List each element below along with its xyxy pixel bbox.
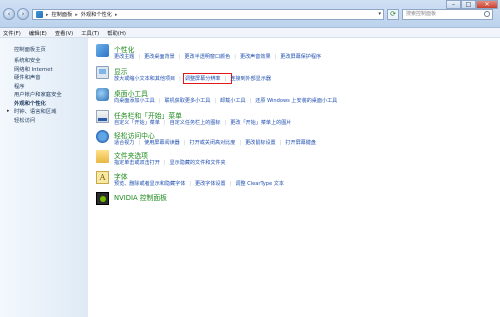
- menu-tools[interactable]: 工具(T): [81, 29, 99, 37]
- maximize-button[interactable]: □: [461, 0, 476, 9]
- forward-button[interactable]: ›: [17, 8, 29, 20]
- sidebar-item-appearance[interactable]: 外观和个性化: [14, 100, 62, 109]
- nvidia-icon[interactable]: [96, 192, 109, 205]
- task-link[interactable]: 打开屏幕键盘: [285, 139, 320, 146]
- task-link[interactable]: 调整 ClearType 文本: [235, 180, 288, 187]
- screen-resolution-link[interactable]: 调整屏幕分辨率: [182, 73, 233, 84]
- task-link[interactable]: 打开或关闭高对比度: [190, 139, 246, 146]
- ease-of-access-icon[interactable]: [96, 130, 109, 143]
- breadcrumb-appearance[interactable]: 外观和个性化: [81, 11, 112, 18]
- category-links: 放大或缩小文本和其他项目调整屏幕分辨率连接到外部显示器: [114, 73, 494, 84]
- task-link[interactable]: 卸载小工具: [220, 97, 255, 104]
- menu-bar: 文件(F) 编辑(E) 查看(V) 工具(T) 帮助(H): [0, 28, 500, 38]
- task-link[interactable]: 更改主题: [114, 53, 144, 60]
- folder-options-icon[interactable]: [96, 150, 109, 163]
- gadgets-icon[interactable]: [96, 88, 109, 101]
- task-link[interactable]: 向桌面添加小工具: [114, 97, 164, 104]
- fonts-icon[interactable]: A: [96, 171, 109, 184]
- task-link[interactable]: 更改鼠标设置: [245, 139, 285, 146]
- sidebar-item-system-security[interactable]: 系统和安全: [14, 57, 62, 66]
- search-placeholder: 搜索控制面板: [406, 11, 437, 17]
- sidebar-home-link[interactable]: 控制面板主页: [14, 45, 46, 53]
- menu-edit[interactable]: 编辑(E): [29, 29, 47, 37]
- sidebar-item-hardware-sound[interactable]: 硬件和声音: [14, 74, 62, 83]
- task-link[interactable]: 适合视力: [114, 139, 144, 146]
- breadcrumb-separator: ▸: [75, 11, 78, 18]
- control-panel-window: ‹ › ▸ 控制面板 ▸ 外观和个性化 ▸ ▾ ⟳ 搜索控制面板 – □ ✕ 文…: [0, 0, 500, 317]
- sidebar-item-clock-language[interactable]: 时钟、语言和区域: [14, 108, 62, 117]
- sidebar: 控制面板主页 ▸ 系统和安全 网络和 Internet 硬件和声音 程序 用户帐…: [0, 38, 88, 317]
- task-link[interactable]: 显示隐藏的文件和文件夹: [170, 159, 230, 166]
- task-link[interactable]: 指定单击或双击打开: [114, 159, 170, 166]
- category-links: 适合视力使用屏幕阅读器打开或关闭高对比度更改鼠标设置打开屏幕键盘: [114, 139, 494, 146]
- address-dropdown-icon[interactable]: ▾: [378, 11, 381, 17]
- category-links: 自定义「开始」菜单自定义任务栏上的图标更改「开始」菜单上的图片: [114, 119, 494, 126]
- task-link[interactable]: 连接到外部显示器: [230, 75, 275, 82]
- task-link[interactable]: 更改屏幕保护程序: [280, 53, 325, 60]
- task-link[interactable]: 使用屏幕阅读器: [144, 139, 189, 146]
- task-link[interactable]: 自定义任务栏上的图标: [170, 119, 231, 126]
- task-link[interactable]: 自定义「开始」菜单: [114, 119, 170, 126]
- display-icon[interactable]: [96, 66, 109, 79]
- main-content: 个性化更改主题更改桌面背景更改半透明窗口颜色更改声音效果更改屏幕保护程序显示放大…: [88, 38, 500, 317]
- task-link[interactable]: 更改半透明窗口颜色: [184, 53, 240, 60]
- category-links: 指定单击或双击打开显示隐藏的文件和文件夹: [114, 159, 494, 166]
- refresh-button[interactable]: ⟳: [387, 9, 399, 20]
- task-link[interactable]: 还原 Windows 上安装的桌面小工具: [255, 97, 341, 104]
- search-icon: [484, 11, 490, 17]
- sidebar-item-user-accounts[interactable]: 用户帐户和家庭安全: [14, 91, 62, 100]
- category-links: 预览、删除或者显示和隐藏字体更改字体设置调整 ClearType 文本: [114, 180, 494, 187]
- search-input[interactable]: 搜索控制面板: [402, 9, 493, 20]
- sidebar-item-network[interactable]: 网络和 Internet: [14, 66, 62, 75]
- breadcrumb-control-panel[interactable]: 控制面板: [52, 11, 73, 18]
- control-panel-icon: [36, 11, 43, 18]
- task-link[interactable]: 更改「开始」菜单上的图片: [230, 119, 295, 126]
- personalization-icon[interactable]: [96, 44, 109, 57]
- category-links: 向桌面添加小工具联机获取更多小工具卸载小工具还原 Windows 上安装的桌面小…: [114, 97, 494, 104]
- minimize-button[interactable]: –: [446, 0, 461, 9]
- category-links: 更改主题更改桌面背景更改半透明窗口颜色更改声音效果更改屏幕保护程序: [114, 53, 494, 60]
- sidebar-item-ease-of-access[interactable]: 轻松访问: [14, 117, 62, 126]
- back-button[interactable]: ‹: [3, 8, 15, 20]
- window-controls: – □ ✕: [446, 0, 498, 9]
- close-button[interactable]: ✕: [476, 0, 498, 9]
- sidebar-item-programs[interactable]: 程序: [14, 83, 62, 92]
- category-heading[interactable]: NVIDIA 控制面板: [114, 192, 167, 202]
- sidebar-list: 系统和安全 网络和 Internet 硬件和声音 程序 用户帐户和家庭安全 外观…: [14, 57, 62, 125]
- taskbar-icon[interactable]: [96, 110, 109, 123]
- task-link[interactable]: 联机获取更多小工具: [164, 97, 220, 104]
- menu-file[interactable]: 文件(F): [3, 29, 21, 37]
- menu-view[interactable]: 查看(V): [55, 29, 73, 37]
- task-link[interactable]: 更改声音效果: [240, 53, 280, 60]
- task-link[interactable]: 放大或缩小文本和其他项目: [114, 75, 185, 82]
- breadcrumb-separator: ▸: [46, 11, 49, 18]
- task-link[interactable]: 更改桌面背景: [144, 53, 184, 60]
- task-link[interactable]: 预览、删除或者显示和隐藏字体: [114, 180, 195, 187]
- task-link[interactable]: 更改字体设置: [195, 180, 235, 187]
- address-bar[interactable]: ▸ 控制面板 ▸ 外观和个性化 ▸ ▾: [32, 9, 384, 20]
- menu-help[interactable]: 帮助(H): [107, 29, 126, 37]
- address-toolbar: ‹ › ▸ 控制面板 ▸ 外观和个性化 ▸ ▾ ⟳ 搜索控制面板 – □ ✕: [0, 0, 500, 28]
- breadcrumb-separator: ▸: [114, 11, 118, 18]
- current-item-arrow-icon: ▸: [7, 108, 10, 114]
